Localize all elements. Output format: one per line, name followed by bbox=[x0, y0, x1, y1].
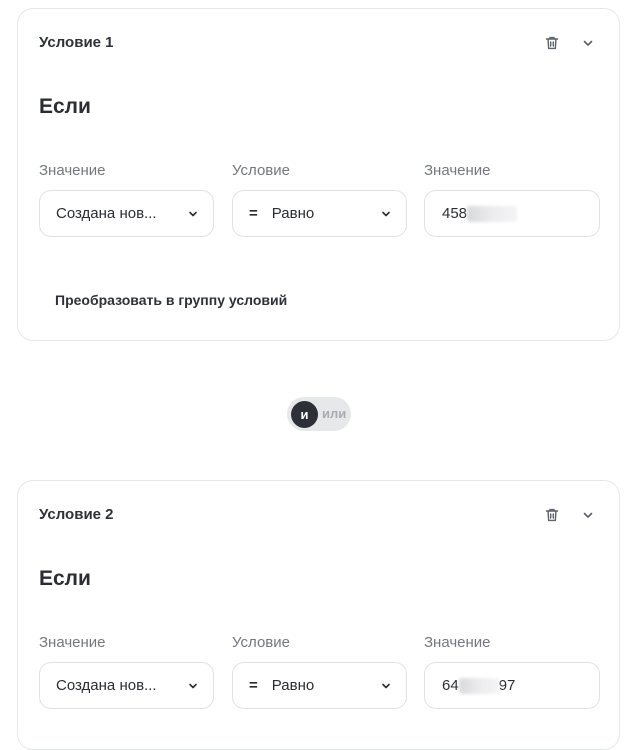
condition-title: Условие 2 bbox=[39, 506, 114, 523]
field-label: Значение bbox=[39, 162, 106, 179]
chevron-down-icon bbox=[189, 683, 197, 688]
field-select[interactable]: Создана нов... bbox=[39, 662, 214, 709]
operator-label: Условие bbox=[232, 162, 290, 179]
operator-select-value: Равно bbox=[271, 677, 315, 694]
redacted-value bbox=[467, 205, 518, 222]
value-input[interactable]: 458 bbox=[424, 190, 600, 237]
chevron-down-icon bbox=[189, 211, 197, 216]
trash-icon bbox=[545, 36, 559, 50]
delete-condition-button[interactable] bbox=[540, 503, 564, 527]
operator-label: Условие bbox=[232, 634, 290, 651]
value-input-text-start: 64 bbox=[442, 677, 459, 694]
collapse-condition-button[interactable] bbox=[576, 503, 600, 527]
value-input[interactable]: 64 97 bbox=[424, 662, 600, 709]
collapse-condition-button[interactable] bbox=[576, 31, 600, 55]
chevron-down-icon bbox=[583, 512, 593, 518]
condition-card-2: Условие 2 Если Значение Условие Значение… bbox=[17, 480, 620, 750]
field-label: Значение bbox=[39, 634, 106, 651]
value-input-text-start: 458 bbox=[442, 205, 468, 222]
field-select-value: Создана нов... bbox=[56, 205, 157, 222]
equals-symbol: = bbox=[249, 205, 258, 222]
equals-symbol: = bbox=[249, 677, 258, 694]
delete-condition-button[interactable] bbox=[540, 31, 564, 55]
value-input-text-end: 97 bbox=[498, 677, 516, 694]
field-select-value: Создана нов... bbox=[56, 677, 157, 694]
value-label: Значение bbox=[424, 634, 491, 651]
field-select[interactable]: Создана нов... bbox=[39, 190, 214, 237]
if-heading: Если bbox=[39, 567, 91, 590]
operator-select[interactable]: = Равно bbox=[232, 662, 407, 709]
convert-to-group-link[interactable]: Преобразовать в группу условий bbox=[55, 292, 287, 308]
logic-toggle[interactable]: и или bbox=[287, 397, 351, 431]
operator-select-value: Равно bbox=[271, 205, 315, 222]
condition-card-1: Условие 1 Если Значение Условие Значение… bbox=[17, 8, 620, 341]
toggle-or-option[interactable]: или bbox=[322, 406, 346, 421]
redacted-value bbox=[458, 677, 499, 694]
chevron-down-icon bbox=[382, 683, 390, 688]
if-heading: Если bbox=[39, 95, 91, 118]
chevron-down-icon bbox=[382, 211, 390, 216]
toggle-and-option[interactable]: и bbox=[291, 401, 318, 428]
condition-title: Условие 1 bbox=[39, 34, 114, 51]
chevron-down-icon bbox=[583, 40, 593, 46]
trash-icon bbox=[545, 508, 559, 522]
value-label: Значение bbox=[424, 162, 491, 179]
operator-select[interactable]: = Равно bbox=[232, 190, 407, 237]
